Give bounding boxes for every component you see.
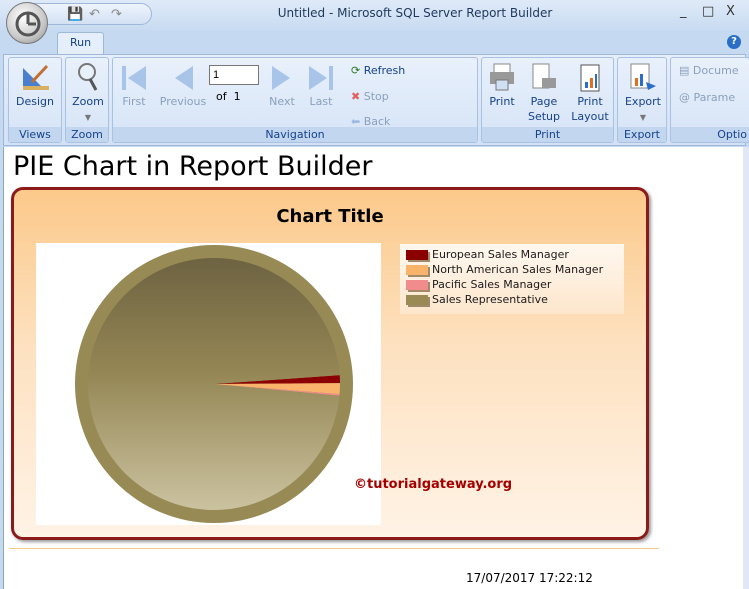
maximize-button[interactable]: □	[702, 4, 714, 19]
watermark: ©tutorialgateway.org	[354, 477, 513, 492]
group-export: Export ▼ Export	[617, 57, 667, 143]
printer-icon	[490, 63, 514, 91]
export-button[interactable]: Export ▼	[621, 62, 665, 125]
previous-icon	[175, 66, 193, 90]
zoom-button[interactable]: Zoom ▼	[68, 62, 108, 125]
magnifier-icon	[78, 63, 98, 91]
parameters-button[interactable]: @ Parame	[679, 91, 735, 104]
app-logo-icon	[15, 11, 41, 37]
page-setup-button[interactable]: Page Setup	[524, 62, 564, 124]
design-icon	[23, 64, 49, 90]
chart-area: Chart Title European Sales Manager North…	[11, 187, 649, 540]
page-setup-icon	[532, 63, 556, 89]
group-zoom: Zoom ▼ Zoom	[65, 57, 109, 143]
print-label: Print	[489, 95, 515, 108]
of-text: of	[216, 90, 227, 103]
first-page-button[interactable]: First	[118, 64, 150, 109]
tab-run[interactable]: Run	[57, 32, 104, 54]
chart-title: Chart Title	[276, 206, 384, 227]
legend-item-pacific: Pacific Sales Manager	[406, 278, 551, 293]
print-button[interactable]: Print	[486, 62, 518, 109]
next-label: Next	[269, 95, 295, 108]
parameters-icon: @	[679, 91, 690, 104]
page-number-input[interactable]	[209, 65, 259, 85]
export-icon	[630, 63, 656, 90]
legend-item-north-american: North American Sales Manager	[406, 263, 603, 278]
group-options: ▤ Docume @ Parame Optio	[670, 57, 749, 143]
page-setup-label-2: Setup	[527, 110, 561, 123]
legend-swatch	[406, 295, 428, 305]
last-icon	[309, 66, 333, 90]
views-group-label: Views	[9, 127, 61, 142]
legend-label: North American Sales Manager	[432, 263, 604, 276]
page-of-label: of 1	[216, 90, 241, 103]
navigation-group-label: Navigation	[113, 127, 477, 142]
parameters-label: Parame	[693, 91, 736, 104]
zoom-label: Zoom	[72, 95, 104, 108]
refresh-icon: ⟳	[351, 64, 361, 77]
document-map-icon: ▤	[679, 64, 690, 77]
print-layout-button[interactable]: Print Layout	[568, 62, 612, 124]
help-icon[interactable]: ?	[727, 35, 741, 49]
first-label: First	[122, 95, 146, 108]
refresh-label: Refresh	[363, 64, 406, 77]
title-bar: 💾 ↶ ↷ Untitled - Microsoft SQL Server Re…	[0, 0, 749, 30]
legend-label: Pacific Sales Manager	[432, 278, 552, 291]
dropdown-arrow-icon: ▼	[639, 113, 647, 122]
legend-swatch	[406, 250, 428, 260]
export-label: Export	[624, 95, 661, 108]
print-layout-icon	[580, 64, 600, 92]
zoom-group-label: Zoom	[66, 127, 108, 142]
group-views: Design Views	[8, 57, 62, 143]
first-icon	[122, 66, 146, 90]
document-map-button[interactable]: ▤ Docume	[679, 64, 739, 77]
last-page-button[interactable]: Last	[305, 64, 337, 109]
total-pages: 1	[233, 90, 241, 103]
legend-item-european: European Sales Manager	[406, 248, 569, 263]
legend-label: Sales Representative	[432, 293, 548, 306]
vertical-scrollbar[interactable]	[743, 147, 749, 589]
close-button[interactable]: X	[726, 4, 735, 19]
design-button[interactable]: Design	[12, 62, 58, 109]
minimize-button[interactable]: _	[680, 4, 687, 19]
application-button[interactable]	[6, 2, 48, 44]
options-group-label: Optio	[671, 127, 749, 142]
ribbon: Design Views Zoom ▼ Zoom First Previous o…	[3, 54, 749, 146]
plot-area	[36, 243, 381, 525]
stop-label: Stop	[363, 90, 389, 103]
chart-legend: European Sales Manager North American Sa…	[400, 244, 624, 314]
legend-swatch	[406, 265, 428, 275]
refresh-button[interactable]: ⟳ Refresh	[351, 64, 405, 77]
design-label: Design	[16, 95, 54, 108]
print-layout-label-1: Print	[577, 95, 603, 108]
print-layout-label-2: Layout	[571, 110, 609, 123]
document-label: Docume	[692, 64, 739, 77]
footer-divider	[9, 548, 659, 549]
legend-item-sales-rep: Sales Representative	[406, 293, 548, 308]
legend-label: European Sales Manager	[432, 248, 569, 261]
next-icon	[272, 66, 290, 90]
next-page-button[interactable]: Next	[265, 64, 299, 109]
last-label: Last	[309, 95, 333, 108]
export-group-label: Export	[618, 127, 666, 142]
previous-label: Previous	[159, 95, 207, 108]
pie-chart	[75, 245, 353, 523]
stop-icon: ✖	[351, 90, 361, 103]
dropdown-arrow-icon: ▼	[84, 113, 92, 122]
print-group-label: Print	[482, 127, 613, 142]
report-page: PIE Chart in Report Builder Chart Title …	[3, 147, 743, 589]
window-title: Untitled - Microsoft SQL Server Report B…	[277, 6, 553, 20]
tab-row: Run ?	[0, 30, 749, 54]
execution-timestamp: 17/07/2017 17:22:12	[466, 571, 593, 585]
report-title: PIE Chart in Report Builder	[13, 151, 373, 182]
group-print: Print Page Setup Print Layout Print	[481, 57, 614, 143]
group-navigation: First Previous of 1 Next Last ⟳ Refresh …	[112, 57, 478, 143]
stop-button[interactable]: ✖ Stop	[351, 90, 389, 103]
previous-page-button[interactable]: Previous	[158, 64, 208, 109]
legend-swatch	[406, 280, 428, 290]
page-setup-label-1: Page	[530, 95, 558, 108]
